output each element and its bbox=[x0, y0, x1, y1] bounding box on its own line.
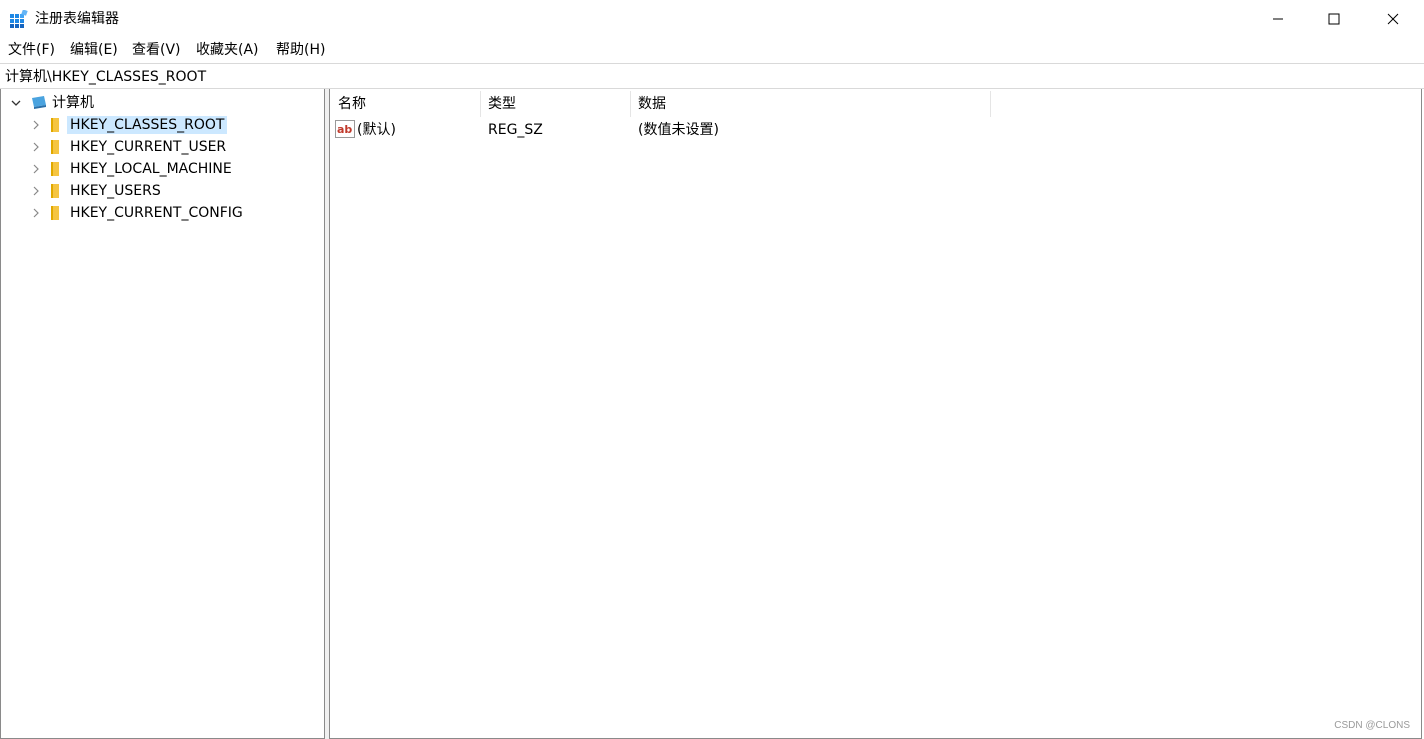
value-name: (默认) bbox=[357, 122, 396, 138]
menu-bar: 文件(F) 编辑(E) 查看(V) 收藏夹(A) 帮助(H) bbox=[0, 38, 1424, 62]
tree-item-label: HKEY_CLASSES_ROOT bbox=[67, 116, 228, 134]
svg-text:ab: ab bbox=[337, 123, 352, 136]
folder-icon bbox=[47, 139, 63, 155]
tree-item-label: HKEY_USERS bbox=[70, 183, 161, 199]
tree-item-hkey-users[interactable]: HKEY_USERS bbox=[27, 180, 317, 202]
value-row[interactable]: ab (默认) REG_SZ (数值未设置) bbox=[334, 118, 1414, 140]
close-icon bbox=[1387, 13, 1399, 25]
close-button[interactable] bbox=[1364, 0, 1422, 38]
tree-item-computer[interactable]: 计算机 bbox=[7, 92, 307, 114]
chevron-right-icon[interactable] bbox=[29, 114, 43, 136]
minimize-icon bbox=[1273, 18, 1283, 20]
column-header-data[interactable]: 数据 bbox=[630, 91, 991, 117]
tree-item-hkey-current-config[interactable]: HKEY_CURRENT_CONFIG bbox=[27, 202, 317, 224]
tree-item-label: 计算机 bbox=[52, 95, 94, 111]
folder-icon bbox=[47, 161, 63, 177]
watermark: CSDN @CLONS bbox=[1334, 720, 1410, 731]
chevron-right-icon[interactable] bbox=[29, 158, 43, 180]
menu-help[interactable]: 帮助(H) bbox=[276, 41, 325, 59]
address-bar[interactable]: 计算机\HKEY_CLASSES_ROOT bbox=[0, 63, 1424, 89]
string-value-icon: ab bbox=[335, 120, 355, 138]
title-bar: 注册表编辑器 bbox=[0, 0, 1424, 38]
minimize-button[interactable] bbox=[1249, 0, 1307, 38]
chevron-down-icon[interactable] bbox=[9, 92, 23, 114]
column-header-name[interactable]: 名称 bbox=[330, 91, 481, 117]
window-title: 注册表编辑器 bbox=[35, 11, 119, 27]
address-path[interactable]: 计算机\HKEY_CLASSES_ROOT bbox=[5, 68, 206, 86]
registry-editor-app-icon bbox=[10, 9, 28, 28]
chevron-right-icon[interactable] bbox=[29, 136, 43, 158]
tree-item-hkey-current-user[interactable]: HKEY_CURRENT_USER bbox=[27, 136, 317, 158]
key-tree-pane[interactable]: 计算机 HKEY_CLASSES_ROOT HKEY_CURRENT_USER … bbox=[0, 89, 325, 739]
folder-icon bbox=[47, 117, 63, 133]
values-list-pane[interactable]: 名称 类型 数据 ab (默认) REG_SZ (数值未设置) bbox=[329, 89, 1422, 739]
chevron-right-icon[interactable] bbox=[29, 180, 43, 202]
tree-item-label: HKEY_LOCAL_MACHINE bbox=[70, 161, 232, 177]
maximize-icon bbox=[1328, 13, 1340, 25]
column-header-type[interactable]: 类型 bbox=[480, 91, 631, 117]
computer-icon bbox=[31, 95, 47, 111]
folder-icon bbox=[47, 205, 63, 221]
maximize-button[interactable] bbox=[1305, 0, 1363, 38]
tree-item-hkey-classes-root[interactable]: HKEY_CLASSES_ROOT bbox=[27, 114, 317, 136]
menu-view[interactable]: 查看(V) bbox=[132, 41, 181, 59]
menu-favorites[interactable]: 收藏夹(A) bbox=[196, 41, 259, 59]
tree-item-label: HKEY_CURRENT_CONFIG bbox=[70, 205, 243, 221]
menu-edit[interactable]: 编辑(E) bbox=[70, 41, 118, 59]
tree-item-hkey-local-machine[interactable]: HKEY_LOCAL_MACHINE bbox=[27, 158, 317, 180]
menu-file[interactable]: 文件(F) bbox=[8, 41, 55, 59]
value-type: REG_SZ bbox=[488, 122, 543, 138]
tree-item-label: HKEY_CURRENT_USER bbox=[70, 139, 227, 155]
folder-icon bbox=[47, 183, 63, 199]
value-data: (数值未设置) bbox=[638, 122, 719, 138]
chevron-right-icon[interactable] bbox=[29, 202, 43, 224]
